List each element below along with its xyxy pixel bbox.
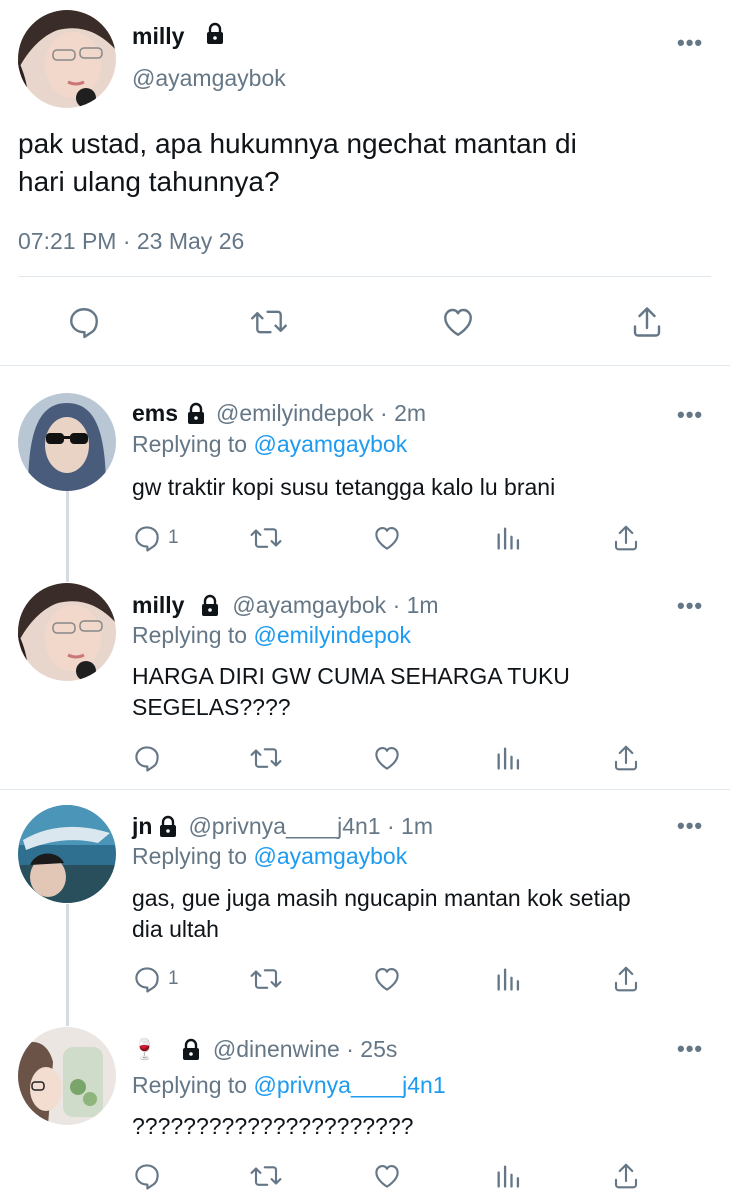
analytics-button[interactable]	[494, 964, 522, 994]
reply-text: gas, gue juga masih ngucapin mantan kok …	[132, 885, 631, 942]
user-handle[interactable]: @ayamgaybok · 1m	[232, 592, 438, 619]
reply-button[interactable]	[132, 1161, 168, 1191]
share-button[interactable]	[611, 964, 641, 994]
retweet-icon	[250, 1166, 282, 1186]
replying-to: Replying to @ayamgaybok	[132, 431, 408, 457]
heart-icon	[375, 526, 399, 550]
reply-header: ems @emilyindepok · 2m	[132, 400, 426, 427]
reply-text: HARGA DIRI GW CUMA SEHARGA TUKU SEGELAS?…	[132, 663, 570, 720]
reply-header: jn @privnya____j4n1 · 1m	[132, 813, 433, 840]
more-options-icon[interactable]: •••	[677, 402, 703, 428]
lock-icon	[182, 1038, 199, 1060]
avatar[interactable]	[18, 1027, 116, 1125]
tweet-text: pak ustad, apa hukumnya ngechat mantan d…	[18, 128, 577, 197]
mention-link[interactable]: @ayamgaybok	[253, 843, 407, 869]
retweet-button[interactable]	[249, 1161, 283, 1191]
analytics-icon	[497, 747, 520, 770]
heart-icon	[375, 746, 399, 770]
reply-button[interactable]: 1	[132, 523, 179, 553]
like-button[interactable]	[440, 304, 476, 340]
like-button[interactable]	[372, 523, 402, 553]
replying-to: Replying to @emilyindepok	[132, 622, 412, 648]
thread-line	[66, 490, 69, 582]
heart-icon	[444, 308, 472, 336]
lock-icon	[188, 402, 205, 424]
share-icon	[614, 966, 638, 992]
retweet-icon	[251, 310, 287, 334]
retweet-button[interactable]	[249, 523, 283, 553]
retweet-icon	[250, 528, 282, 548]
retweet-button[interactable]	[249, 964, 283, 994]
replying-to: Replying to @privnya____j4n1	[132, 1072, 446, 1098]
analytics-button[interactable]	[494, 523, 522, 553]
heart-icon	[375, 967, 399, 991]
reply-button[interactable]	[132, 743, 168, 773]
display-name[interactable]: jn	[132, 813, 152, 840]
user-handle[interactable]: @dinenwine · 25s	[213, 1036, 397, 1063]
replying-to: Replying to @ayamgaybok	[132, 843, 408, 869]
share-button[interactable]	[611, 1161, 641, 1191]
mention-link[interactable]: @emilyindepok	[253, 622, 411, 648]
display-name[interactable]: milly	[132, 592, 184, 619]
like-button[interactable]	[372, 964, 402, 994]
divider	[18, 276, 711, 277]
user-handle[interactable]: @ayamgaybok	[132, 65, 286, 92]
more-options-icon[interactable]: •••	[677, 30, 703, 56]
analytics-icon	[497, 968, 520, 991]
avatar[interactable]	[18, 393, 116, 491]
share-icon	[614, 525, 638, 551]
reply-header: 🍷 @dinenwine · 25s	[132, 1036, 397, 1063]
reply-text: ??????????????????????	[132, 1113, 414, 1139]
user-handle[interactable]: @emilyindepok · 2m	[216, 400, 426, 427]
retweet-button[interactable]	[250, 304, 288, 340]
more-options-icon[interactable]: •••	[677, 593, 703, 619]
display-name[interactable]: 🍷	[132, 1037, 157, 1062]
retweet-button[interactable]	[249, 743, 283, 773]
avatar[interactable]	[18, 10, 116, 108]
display-name[interactable]: milly	[132, 23, 184, 50]
lock-icon	[202, 594, 219, 616]
reply-count: 1	[168, 968, 179, 989]
reply-icon	[70, 308, 98, 339]
more-options-icon[interactable]: •••	[677, 1036, 703, 1062]
thread-line	[66, 904, 69, 1026]
lock-icon	[160, 815, 177, 837]
heart-icon	[375, 1164, 399, 1188]
reply-count: 1	[168, 527, 179, 548]
analytics-button[interactable]	[494, 743, 522, 773]
share-icon	[633, 307, 661, 337]
reply-text: gw traktir kopi susu tetangga kalo lu br…	[132, 474, 556, 500]
reply-button[interactable]	[66, 304, 102, 340]
reply-icon	[135, 526, 159, 552]
retweet-icon	[250, 969, 282, 989]
display-name[interactable]: ems	[132, 400, 178, 427]
tweet-timestamp[interactable]: 07:21 PM · 23 May 26	[18, 228, 244, 255]
retweet-icon	[250, 748, 282, 768]
share-button[interactable]	[629, 304, 665, 340]
share-icon	[614, 745, 638, 771]
user-handle[interactable]: @privnya____j4n1 · 1m	[188, 813, 433, 840]
reply-icon	[135, 967, 159, 993]
divider	[0, 789, 730, 790]
reply-button[interactable]: 1	[132, 964, 179, 994]
like-button[interactable]	[372, 743, 402, 773]
avatar[interactable]	[18, 583, 116, 681]
divider	[0, 365, 730, 366]
avatar[interactable]	[18, 805, 116, 903]
mention-link[interactable]: @privnya____j4n1	[253, 1072, 445, 1098]
lock-icon	[207, 22, 223, 44]
share-button[interactable]	[611, 743, 641, 773]
analytics-icon	[497, 527, 520, 550]
reply-header: milly @ayamgaybok · 1m	[132, 592, 439, 619]
like-button[interactable]	[372, 1161, 402, 1191]
more-options-icon[interactable]: •••	[677, 813, 703, 839]
analytics-icon	[497, 1165, 520, 1188]
mention-link[interactable]: @ayamgaybok	[253, 431, 407, 457]
reply-icon	[135, 746, 159, 772]
share-button[interactable]	[611, 523, 641, 553]
analytics-button[interactable]	[494, 1161, 522, 1191]
reply-icon	[135, 1164, 159, 1190]
share-icon	[614, 1163, 638, 1189]
